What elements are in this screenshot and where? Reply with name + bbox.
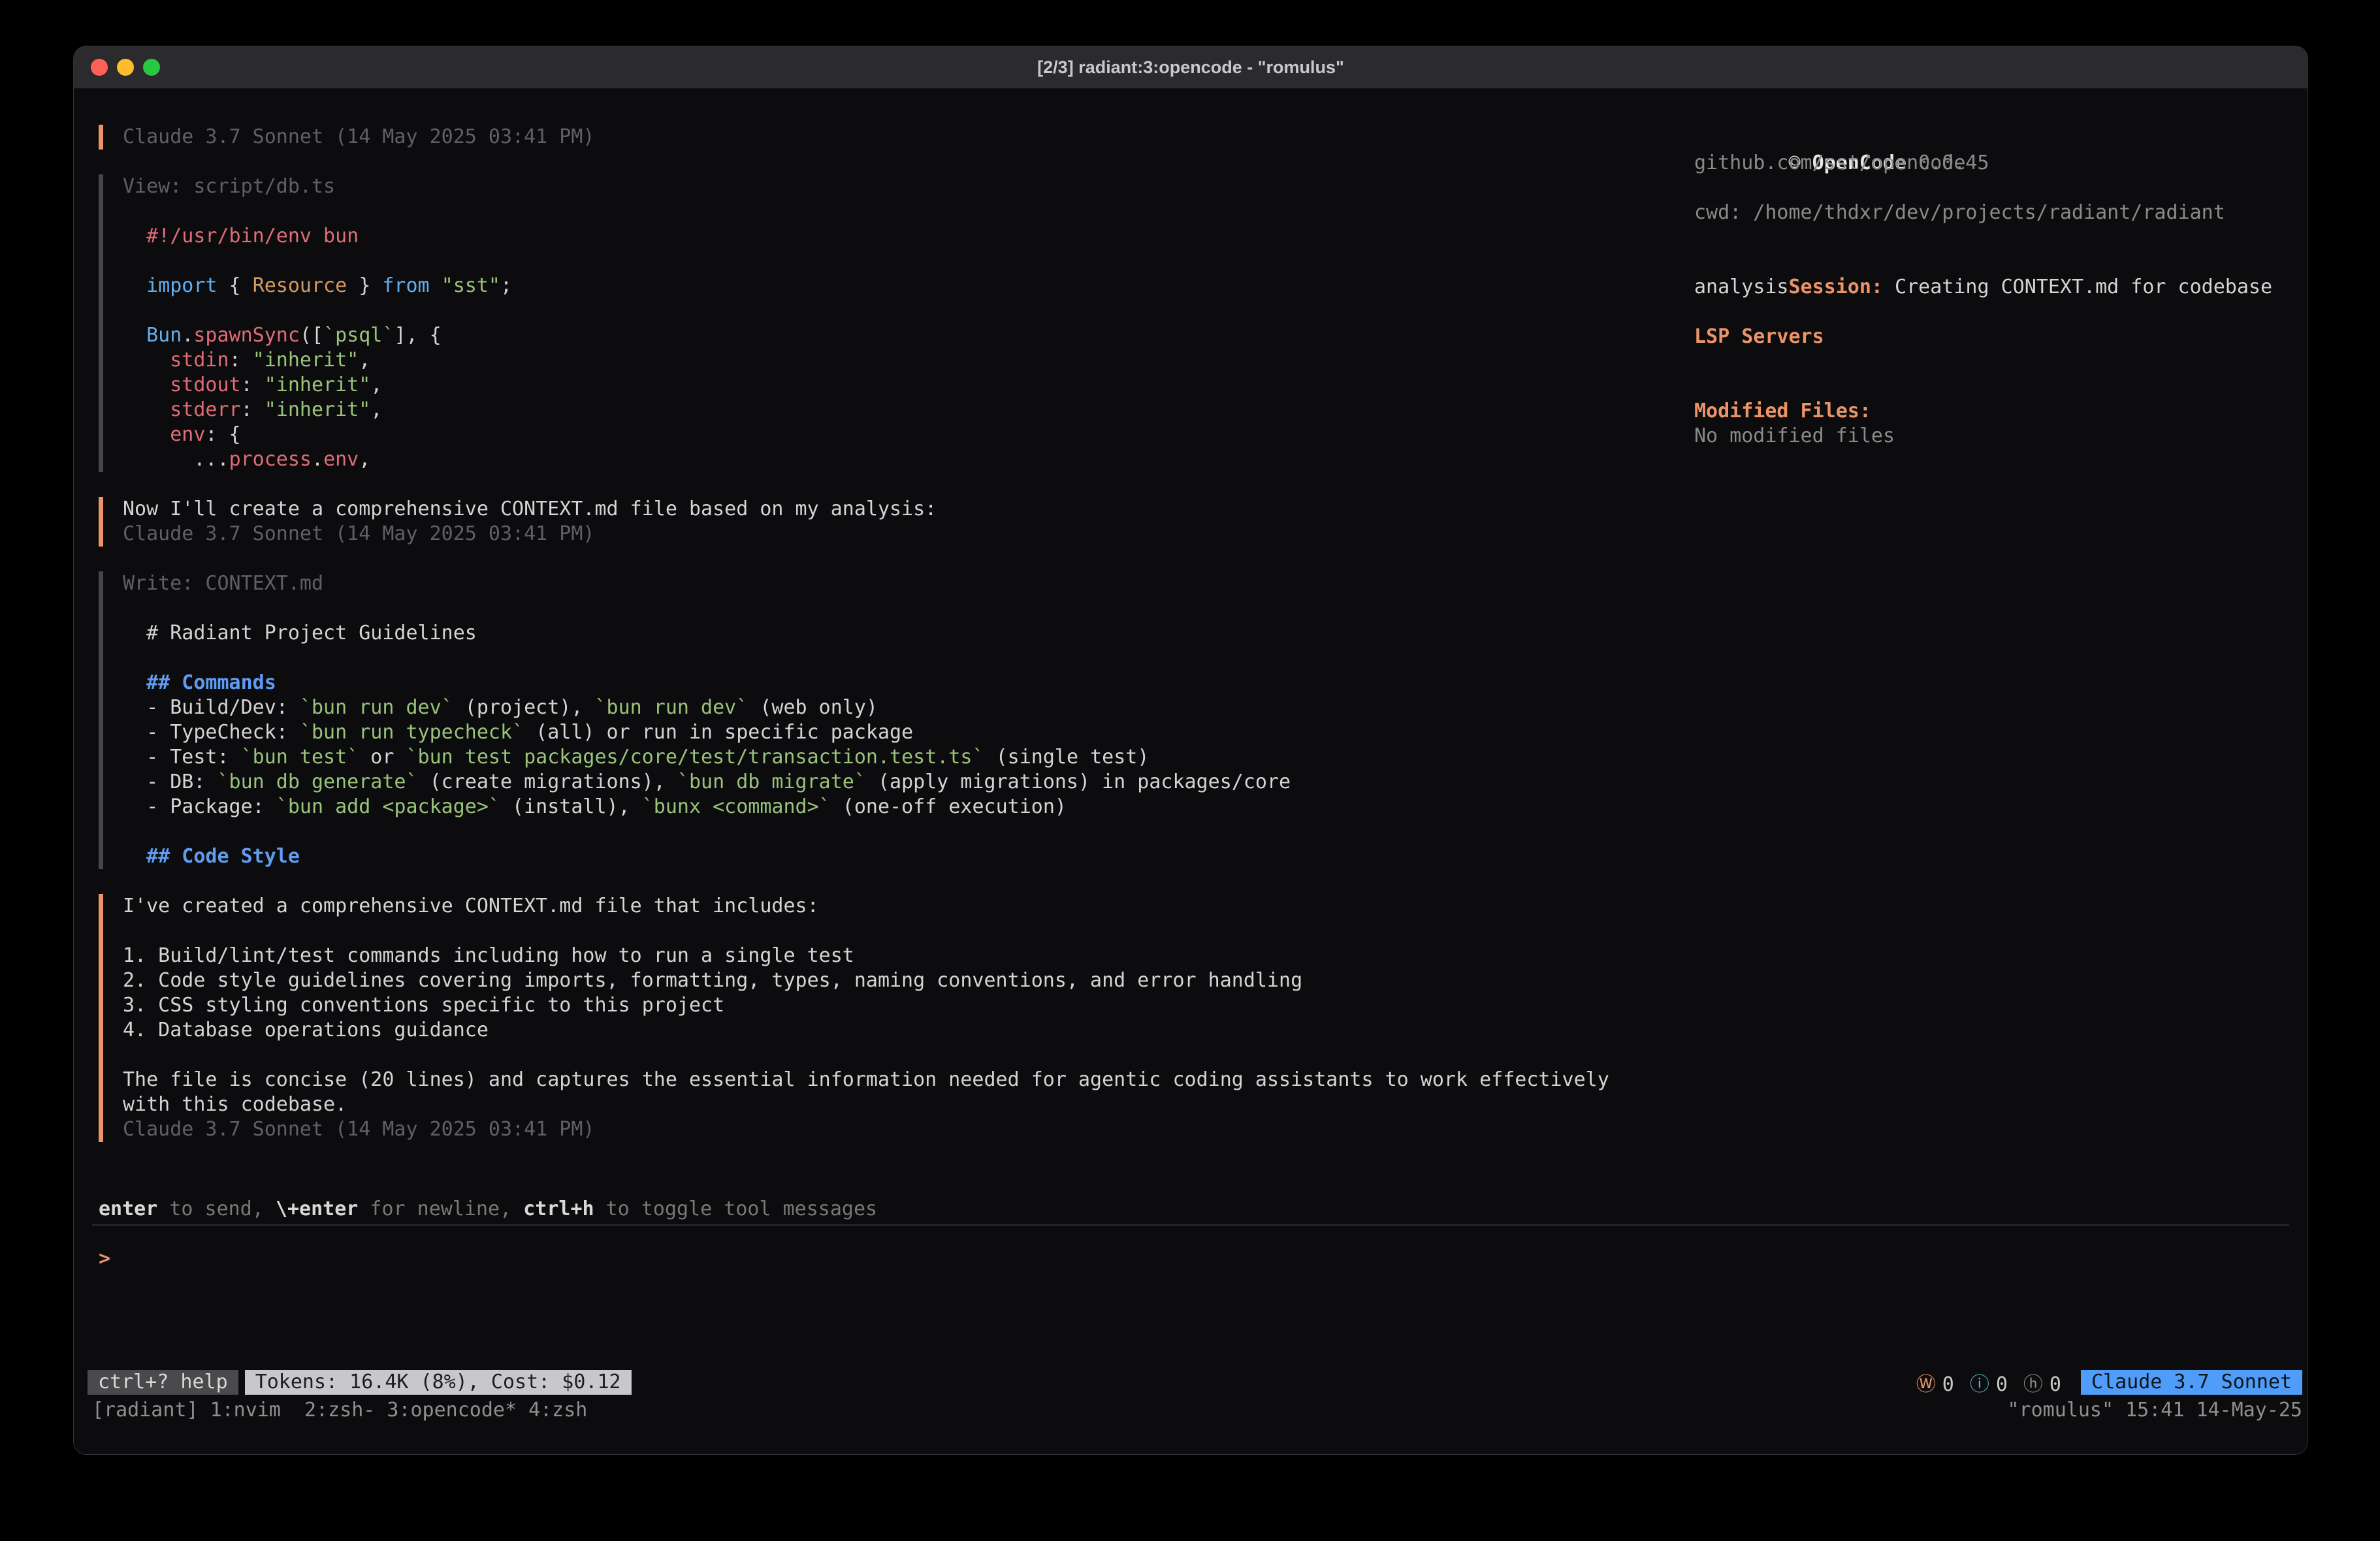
sidebar: ©OpenCode0.0.45 github.com/sst/opencode …: [1694, 126, 2262, 449]
session-value: Creating CONTEXT.md for codebase: [1883, 276, 2272, 298]
info-icon: ⓘ: [1970, 1373, 1989, 1396]
spacer-line: [1694, 176, 2262, 200]
diagnostics-group: Ⓦ0 ⓘ0 ⓗ0: [1901, 1368, 2061, 1397]
help-chip[interactable]: ctrl+? help: [88, 1370, 238, 1395]
assistant-message-header-1: Claude 3.7 Sonnet (14 May 2025 03:41 PM): [99, 125, 1686, 150]
warning-icon: Ⓦ: [1916, 1373, 1936, 1396]
modified-files-empty: No modified files: [1694, 424, 2262, 449]
maximize-button[interactable]: [143, 59, 160, 76]
message-text: Now I'll create a comprehensive CONTEXT.…: [123, 497, 1686, 522]
lsp-servers-heading: LSP Servers: [1694, 325, 2262, 349]
spacer-line: [1694, 349, 2262, 374]
message-timestamp: Claude 3.7 Sonnet (14 May 2025 03:41 PM): [123, 522, 1686, 547]
terminal-window: [2/3] radiant:3:opencode - "romulus" Cla…: [73, 46, 2308, 1455]
write-tool-title: Write: CONTEXT.md: [123, 571, 1686, 596]
spacer-line: [1694, 300, 2262, 325]
session-title: Session: Creating CONTEXT.md for codebas…: [1694, 250, 2262, 275]
assistant-message-3: I've created a comprehensive CONTEXT.md …: [99, 894, 1686, 1142]
input-help: enter to send, \+enter for newline, ctrl…: [99, 1197, 877, 1222]
write-tool-block: Write: CONTEXT.md # Radiant Project Guid…: [99, 571, 1686, 869]
minimize-button[interactable]: [117, 59, 134, 76]
spacer-line: [1694, 225, 2262, 250]
tmux-window-nvim[interactable]: 1:nvim: [210, 1398, 293, 1423]
input-separator: [92, 1224, 2289, 1226]
tmux-spacer: [599, 1398, 2007, 1423]
titlebar: [2/3] radiant:3:opencode - "romulus": [74, 46, 2308, 89]
spacer-line: [1694, 374, 2262, 399]
hint-count: 0: [2050, 1373, 2061, 1396]
view-tool-title: View: script/db.ts: [123, 174, 1686, 199]
modified-files-heading: Modified Files:: [1694, 399, 2262, 424]
cwd-line: cwd: /home/thdxr/dev/projects/radiant/ra…: [1694, 200, 2262, 225]
message-timestamp: Claude 3.7 Sonnet (14 May 2025 03:41 PM): [123, 125, 1686, 150]
tokens-cost-chip: Tokens: 16.4K (8%), Cost: $0.12: [245, 1370, 632, 1395]
app-title: ©OpenCode0.0.45: [1694, 126, 2262, 151]
window-title: [2/3] radiant:3:opencode - "romulus": [74, 46, 2308, 88]
session-label: Session:: [1789, 276, 1884, 298]
terminal-screen: Claude 3.7 Sonnet (14 May 2025 03:41 PM)…: [74, 89, 2308, 1454]
conversation: Claude 3.7 Sonnet (14 May 2025 03:41 PM)…: [99, 125, 1686, 1167]
tmux-status-bar: [radiant] 1:nvim 2:zsh- 3:opencode* 4:zs…: [92, 1398, 2302, 1423]
prompt-caret: >: [99, 1247, 110, 1270]
close-button[interactable]: [91, 59, 108, 76]
tmux-window-opencode[interactable]: 3:opencode*: [387, 1398, 517, 1423]
view-tool-block: View: script/db.ts #!/usr/bin/env bun im…: [99, 174, 1686, 472]
hint-counter: ⓗ0: [2023, 1368, 2061, 1397]
tmux-window-zsh-4[interactable]: 4:zsh: [528, 1398, 587, 1423]
warning-count: 0: [1942, 1373, 1954, 1396]
message-body: I've created a comprehensive CONTEXT.md …: [123, 894, 1686, 1142]
assistant-message-2: Now I'll create a comprehensive CONTEXT.…: [99, 497, 1686, 547]
message-input[interactable]: >: [99, 1247, 2283, 1362]
tmux-right-status: "romulus" 15:41 14-May-25: [2007, 1398, 2302, 1423]
view-tool-code: #!/usr/bin/env bun import { Resource } f…: [123, 199, 1686, 472]
model-chip[interactable]: Claude 3.7 Sonnet: [2081, 1370, 2302, 1395]
info-counter: ⓘ0: [1970, 1368, 2008, 1397]
tmux-session-name: [radiant]: [92, 1398, 199, 1423]
status-bar: ctrl+? help Tokens: 16.4K (8%), Cost: $0…: [88, 1370, 2302, 1395]
write-tool-content: # Radiant Project Guidelines ## Commands…: [123, 596, 1686, 869]
warnings-counter: Ⓦ0: [1916, 1368, 1954, 1397]
info-count: 0: [1996, 1373, 2008, 1396]
tmux-window-zsh-2[interactable]: 2:zsh-: [304, 1398, 375, 1423]
hint-icon: ⓗ: [2023, 1373, 2043, 1396]
